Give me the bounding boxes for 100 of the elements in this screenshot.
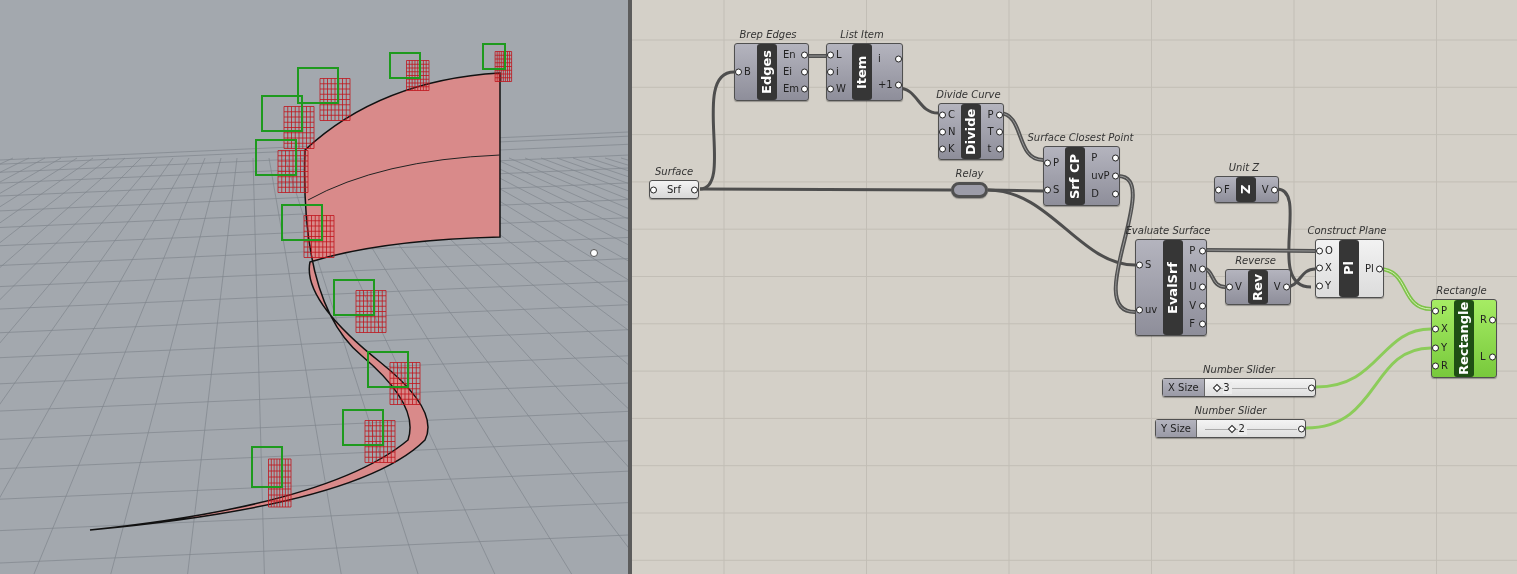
port-label: P: [1189, 245, 1196, 258]
output-port-icon[interactable]: [1198, 302, 1206, 310]
component-name: Edges: [756, 44, 777, 100]
component-title: Reverse: [1235, 255, 1276, 267]
input-port-icon[interactable]: [1432, 307, 1439, 315]
input-port-icon[interactable]: [735, 68, 742, 76]
input-port-icon[interactable]: [1432, 344, 1439, 352]
component-node[interactable]: O X Y Pl Pl: [1315, 239, 1384, 298]
input-port-icon[interactable]: [939, 145, 946, 152]
component-name: Item: [851, 44, 872, 100]
output-port-icon[interactable]: [894, 81, 902, 89]
output-port-icon[interactable]: [1111, 154, 1119, 162]
port-label: P: [1091, 152, 1098, 164]
slider-label: X Size: [1163, 379, 1205, 396]
output-port-icon[interactable]: [1488, 353, 1496, 361]
output-port-icon[interactable]: [995, 128, 1003, 135]
component-name: Z: [1235, 177, 1256, 202]
port-label: i: [836, 66, 839, 78]
component-name: Srf: [667, 183, 681, 197]
point-marker: [590, 249, 598, 257]
port-label: uvP: [1091, 170, 1110, 182]
slider-track[interactable]: 3: [1212, 379, 1307, 396]
component-title: Relay: [955, 168, 984, 180]
port-label: V: [1189, 299, 1197, 312]
input-port-icon[interactable]: [1316, 265, 1323, 272]
component-title: List Item: [840, 29, 884, 41]
port-label: Em: [782, 83, 799, 96]
output-port-icon[interactable]: [1488, 316, 1496, 324]
component-node[interactable]: V Rev V: [1225, 269, 1291, 305]
output-port-icon[interactable]: [1198, 283, 1206, 291]
component-name: Rectangle: [1453, 300, 1474, 377]
number-slider[interactable]: Y Size 2: [1155, 419, 1306, 438]
output-port-icon[interactable]: [1375, 265, 1383, 272]
port-label: i: [877, 53, 881, 65]
slider-label: Y Size: [1156, 420, 1197, 437]
output-port-icon[interactable]: [1282, 283, 1290, 291]
output-port-icon[interactable]: [1308, 384, 1315, 391]
slider-track[interactable]: 2: [1204, 420, 1297, 437]
component-title: Rectangle: [1436, 285, 1487, 297]
input-port-icon[interactable]: [1044, 186, 1051, 193]
output-port-icon[interactable]: [1111, 190, 1119, 198]
input-port-icon[interactable]: [1316, 282, 1323, 290]
output-port-icon[interactable]: [1111, 172, 1119, 180]
port-label: L: [836, 48, 842, 61]
output-port-icon[interactable]: [995, 145, 1003, 152]
number-slider[interactable]: X Size 3: [1162, 378, 1316, 397]
port-label: D: [1091, 188, 1100, 200]
port-label: Y: [1441, 341, 1448, 354]
input-port-icon[interactable]: [1432, 362, 1439, 370]
input-port-icon[interactable]: [1226, 283, 1233, 291]
input-port-icon[interactable]: [827, 85, 834, 93]
port-label: uv: [1145, 304, 1158, 317]
port-label: B: [744, 66, 751, 78]
output-port-icon[interactable]: [1198, 247, 1206, 255]
output-port-icon[interactable]: [800, 51, 808, 59]
input-port-icon[interactable]: [1136, 306, 1143, 314]
component-name: Rev: [1247, 270, 1268, 304]
port-label: N: [948, 125, 956, 138]
port-label: O: [1325, 244, 1333, 257]
port-label: R: [1479, 314, 1487, 327]
slider-value: 2: [1238, 422, 1247, 435]
output-port-icon[interactable]: [1198, 265, 1206, 273]
output-port-icon[interactable]: [800, 68, 808, 76]
output-port-icon[interactable]: [1198, 320, 1206, 328]
input-port-icon[interactable]: [827, 51, 834, 59]
component-node[interactable]: F Z V: [1214, 176, 1279, 203]
output-port-icon[interactable]: [691, 186, 698, 193]
port-label: Y: [1325, 280, 1332, 293]
output-port-icon[interactable]: [894, 55, 902, 63]
port-label: Ei: [782, 66, 792, 78]
input-port-icon[interactable]: [827, 68, 834, 76]
input-port-icon[interactable]: [1044, 159, 1051, 166]
input-port-icon[interactable]: [939, 128, 946, 135]
relay-node[interactable]: [951, 182, 988, 198]
component-title: Brep Edges: [739, 29, 797, 41]
output-port-icon[interactable]: [995, 111, 1003, 118]
input-port-icon[interactable]: [650, 186, 657, 193]
output-port-icon[interactable]: [1298, 425, 1305, 432]
output-port-icon[interactable]: [1270, 186, 1278, 193]
input-port-icon[interactable]: [1215, 186, 1222, 193]
port-label: P: [1053, 156, 1060, 169]
slider-value: 3: [1223, 381, 1232, 394]
port-label: +1: [877, 79, 893, 91]
port-label: R: [1441, 359, 1448, 372]
input-port-icon[interactable]: [1432, 325, 1439, 333]
component-title: Number Slider: [1194, 405, 1267, 417]
component-title: Divide Curve: [936, 89, 1001, 101]
port-label: P: [987, 108, 994, 121]
input-port-icon[interactable]: [1136, 261, 1143, 269]
output-port-icon[interactable]: [800, 85, 808, 93]
port-label: t: [987, 142, 992, 155]
port-label: C: [948, 108, 955, 121]
port-label: F: [1224, 183, 1230, 196]
component-name: Pl: [1338, 240, 1359, 297]
parameter-node[interactable]: Srf: [649, 180, 699, 199]
input-port-icon[interactable]: [1316, 247, 1323, 255]
port-label: N: [1189, 263, 1197, 276]
component-title: Surface: [654, 166, 694, 178]
input-port-icon[interactable]: [939, 111, 946, 118]
component-title: Unit Z: [1228, 162, 1260, 174]
